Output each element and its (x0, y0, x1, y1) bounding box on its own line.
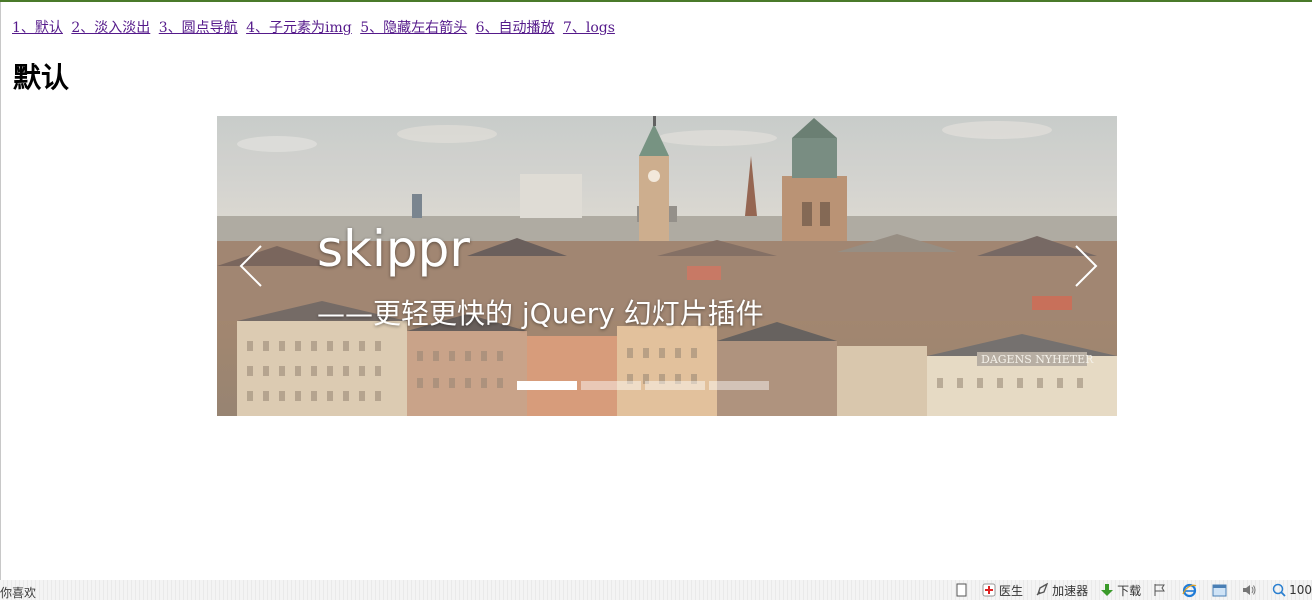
flag-icon (1154, 584, 1166, 596)
doctor-label: 医生 (999, 583, 1024, 598)
download-icon (1101, 584, 1114, 596)
slide-title: skippr (317, 220, 470, 278)
status-tools: 医生 加速器 下载 100 (944, 582, 1312, 598)
slide-subtitle: ——更轻更快的 jQuery 幻灯片插件 (317, 297, 764, 330)
chevron-left-icon (239, 245, 262, 287)
window-button[interactable] (1212, 584, 1230, 597)
next-arrow-button[interactable] (1072, 244, 1100, 288)
download-button[interactable]: 下载 (1100, 582, 1141, 599)
ie-button[interactable] (1182, 583, 1200, 598)
slide-indicator-4[interactable] (709, 381, 769, 390)
doctor-icon (982, 583, 996, 597)
zoom-level: 100 (1289, 583, 1312, 597)
flag-button[interactable] (1153, 583, 1170, 597)
chevron-right-icon (1075, 245, 1098, 287)
nav-link-logs[interactable]: 7、logs (563, 20, 615, 36)
browser-status-bar: 你喜欢 医生 加速器 下载 100 (0, 580, 1312, 600)
demo-nav: 1、默认 2、淡入淡出 3、圆点导航 4、子元素为img 5、隐藏左右箭头 6、… (12, 17, 619, 37)
previous-arrow-button[interactable] (237, 244, 265, 288)
page-icon (956, 583, 967, 597)
rocket-icon (1036, 583, 1049, 596)
window-left-border (0, 2, 1, 580)
slide-indicator-3[interactable] (645, 381, 705, 390)
nav-link-autoplay[interactable]: 6、自动播放 (476, 20, 555, 36)
page-status-button[interactable] (956, 583, 970, 597)
page-title: 默认 (13, 61, 70, 94)
volume-button[interactable] (1242, 583, 1260, 597)
status-left-text: 你喜欢 (0, 586, 37, 600)
nav-link-bubbles[interactable]: 3、圆点导航 (159, 20, 238, 36)
speaker-icon (1243, 585, 1256, 595)
nav-link-hide-arrows[interactable]: 5、隐藏左右箭头 (360, 20, 467, 36)
doctor-button[interactable]: 医生 (982, 582, 1023, 599)
image-slider[interactable]: DAGENS NYHETER skippr ——更轻更快的 jQuery 幻灯片… (217, 116, 1117, 416)
zoom-button[interactable]: 100 (1272, 583, 1312, 597)
nav-link-img-children[interactable]: 4、子元素为img (246, 20, 352, 36)
accelerator-label: 加速器 (1052, 583, 1089, 598)
browser-top-border (0, 0, 1312, 2)
accelerator-button[interactable]: 加速器 (1035, 582, 1088, 599)
slide-indicator-bar (517, 381, 773, 390)
download-label: 下载 (1117, 583, 1142, 598)
slide-indicator-2[interactable] (581, 381, 641, 390)
slide-indicator-1[interactable] (517, 381, 577, 390)
nav-link-default[interactable]: 1、默认 (12, 20, 63, 36)
nav-link-fade[interactable]: 2、淡入淡出 (71, 20, 150, 36)
zoom-icon (1272, 583, 1286, 597)
ie-icon (1182, 583, 1197, 597)
window-icon (1212, 584, 1227, 596)
